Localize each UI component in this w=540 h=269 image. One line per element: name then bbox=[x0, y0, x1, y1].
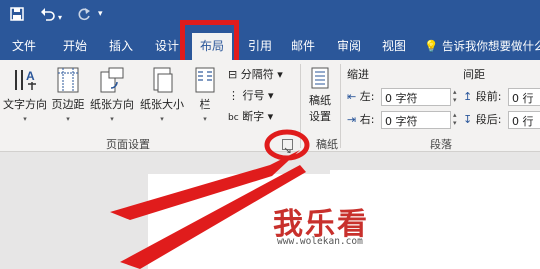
watermark-url: www.wolekan.com bbox=[277, 236, 363, 247]
highlight-circle bbox=[264, 129, 310, 161]
annotation-overlay bbox=[110, 129, 310, 269]
